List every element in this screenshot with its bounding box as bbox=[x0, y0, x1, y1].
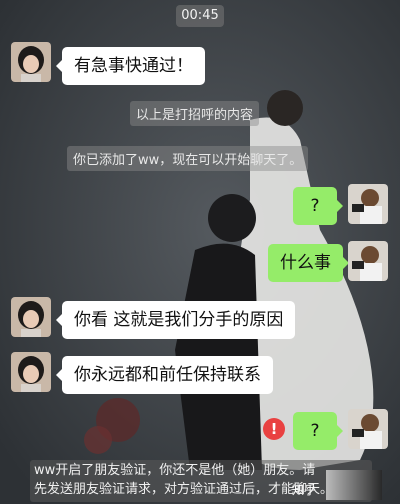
contact-avatar[interactable] bbox=[11, 42, 51, 82]
exclamation-icon[interactable]: ! bbox=[263, 418, 285, 440]
incoming-message[interactable]: 你看 这就是我们分手的原因 bbox=[55, 301, 296, 339]
watermark: 知乎 bbox=[292, 483, 317, 497]
time-label: 00:45 bbox=[176, 5, 224, 27]
contact-avatar[interactable] bbox=[11, 297, 51, 337]
user-avatar[interactable] bbox=[348, 184, 388, 224]
system-message: 你已添加了ww，现在可以开始聊天了。 bbox=[67, 146, 309, 171]
outgoing-message[interactable]: ? bbox=[293, 187, 343, 225]
contact-avatar[interactable] bbox=[11, 352, 51, 392]
user-avatar[interactable] bbox=[348, 409, 388, 449]
incoming-message[interactable]: 有急事快通过！ bbox=[56, 47, 205, 85]
incoming-message[interactable]: 你永远都和前任保持联系 bbox=[56, 356, 273, 394]
user-avatar[interactable] bbox=[348, 241, 388, 281]
mosaic-blur bbox=[326, 470, 382, 500]
system-message: 以上是打招呼的内容 bbox=[130, 101, 260, 126]
outgoing-message[interactable]: 什么事 bbox=[268, 244, 349, 282]
outgoing-message-failed[interactable]: ? bbox=[293, 412, 343, 450]
